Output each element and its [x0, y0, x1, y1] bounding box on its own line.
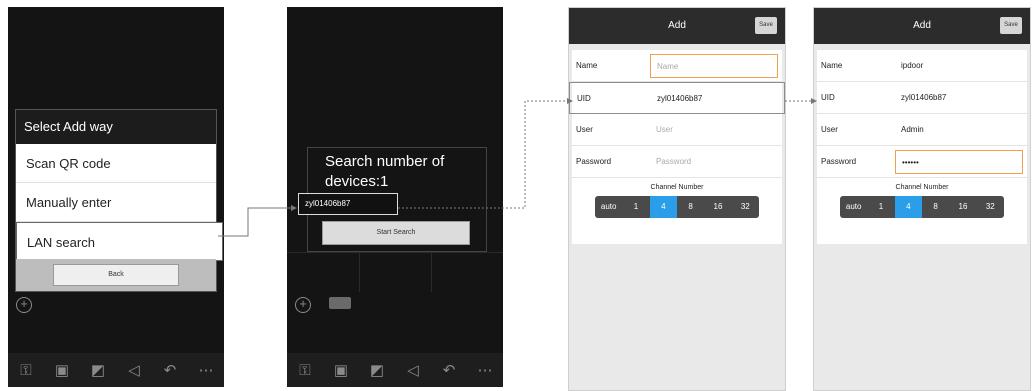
connector-arrow	[218, 205, 297, 237]
flow-connectors	[218, 98, 817, 237]
connector-arrow	[398, 98, 573, 209]
